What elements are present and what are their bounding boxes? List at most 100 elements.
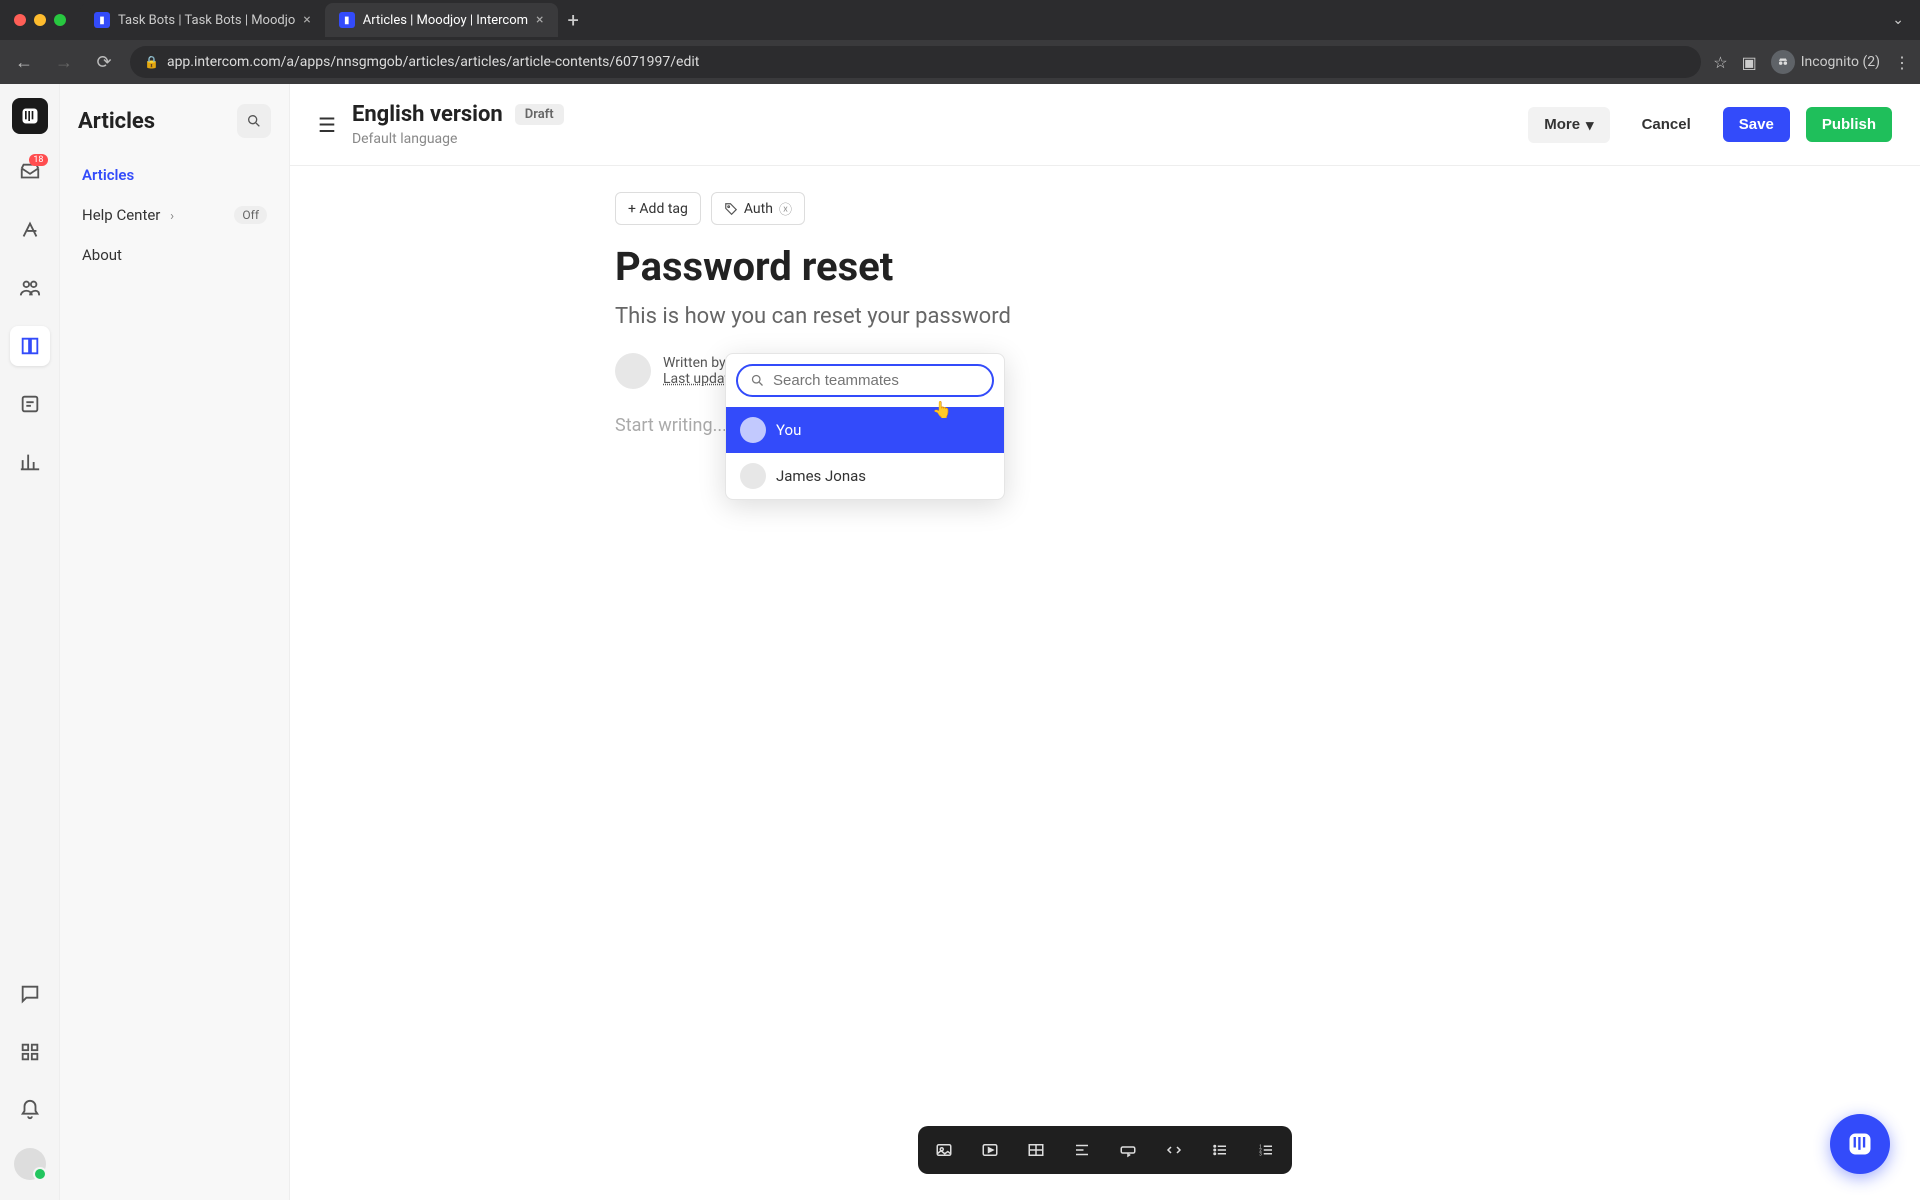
tab-close-icon[interactable]: ×	[303, 12, 310, 28]
article-title-input[interactable]: Password reset	[615, 243, 1595, 290]
sidebar: Articles Articles Help Center › Off Abou…	[60, 84, 290, 1200]
browser-tab-active[interactable]: ▮ Articles | Moodjoy | Intercom ×	[325, 3, 558, 37]
more-button[interactable]: More ▾	[1528, 107, 1609, 143]
sidebar-title: Articles	[78, 109, 155, 134]
rail-articles[interactable]	[10, 326, 50, 366]
chevron-right-icon: ›	[170, 209, 174, 224]
app-root: 18 Articles	[0, 84, 1920, 1200]
incognito-icon	[1771, 50, 1795, 74]
teammate-option-you[interactable]: You	[726, 407, 1004, 453]
forward-button[interactable]: →	[50, 52, 78, 73]
numbered-list-button[interactable]: 123	[1250, 1134, 1282, 1166]
teammate-label: You	[776, 421, 801, 439]
insert-button-button[interactable]	[1112, 1134, 1144, 1166]
caret-down-icon: ▾	[1586, 116, 1594, 134]
author-dropdown: You 👆 James Jonas	[725, 353, 1005, 500]
search-icon	[750, 373, 765, 388]
rail-outbound[interactable]	[10, 210, 50, 250]
inbox-badge: 18	[29, 154, 47, 166]
rail-apps[interactable]	[10, 1032, 50, 1072]
back-button[interactable]: ←	[10, 52, 38, 73]
reload-button[interactable]: ⟳	[90, 52, 118, 73]
sidebar-item-about[interactable]: About	[72, 236, 277, 274]
sidebar-item-label: About	[82, 246, 122, 264]
tag-chip[interactable]: Auth ⓧ	[711, 192, 805, 225]
insert-video-button[interactable]	[974, 1134, 1006, 1166]
tab-title: Articles | Moodjoy | Intercom	[363, 13, 528, 28]
insert-image-button[interactable]	[928, 1134, 960, 1166]
tab-close-icon[interactable]: ×	[536, 12, 543, 28]
address-bar: ← → ⟳ 🔒 app.intercom.com/a/apps/nnsgmgob…	[0, 40, 1920, 84]
panel-icon[interactable]: ▣	[1742, 53, 1757, 72]
tag-icon	[724, 202, 738, 216]
cancel-button[interactable]: Cancel	[1626, 107, 1707, 142]
intercom-logo[interactable]	[12, 98, 48, 134]
tag-label: Auth	[744, 201, 773, 217]
sidebar-item-label: Help Center	[82, 206, 160, 224]
insert-code-button[interactable]	[1158, 1134, 1190, 1166]
rail-user-avatar[interactable]	[14, 1148, 46, 1180]
teammate-option-james[interactable]: James Jonas	[726, 453, 1004, 499]
search-icon	[246, 113, 262, 129]
rail-messenger[interactable]	[10, 974, 50, 1014]
incognito-label: Incognito (2)	[1801, 54, 1880, 70]
topbar: ☰ English version Draft Default language…	[290, 84, 1920, 166]
window-zoom-icon[interactable]	[54, 14, 66, 26]
publish-button[interactable]: Publish	[1806, 107, 1892, 142]
rail-operator[interactable]	[10, 384, 50, 424]
document-title: English version	[352, 102, 503, 127]
sidebar-item-badge: Off	[234, 206, 267, 224]
window-traffic-lights[interactable]	[14, 14, 66, 26]
language-subtitle: Default language	[352, 131, 564, 147]
teammate-search-field[interactable]	[736, 364, 994, 397]
tab-title: Task Bots | Task Bots | Moodjo	[118, 13, 295, 28]
insert-table-button[interactable]	[1020, 1134, 1052, 1166]
favicon-icon: ▮	[94, 12, 110, 28]
rail-reports[interactable]	[10, 442, 50, 482]
sidebar-item-help-center[interactable]: Help Center › Off	[72, 196, 277, 234]
sidebar-item-articles[interactable]: Articles	[72, 156, 277, 194]
incognito-indicator[interactable]: Incognito (2)	[1771, 50, 1880, 74]
rail-notifications[interactable]	[10, 1090, 50, 1130]
rail-inbox[interactable]: 18	[10, 152, 50, 192]
author-row: Written by Sarah Jonas ▾ Last updat	[615, 353, 1595, 389]
favicon-icon: ▮	[339, 12, 355, 28]
teammate-label: James Jonas	[776, 467, 866, 485]
teammate-search-input[interactable]	[773, 372, 980, 389]
main-pane: ☰ English version Draft Default language…	[290, 84, 1920, 1200]
editor-wrap: + Add tag Auth ⓧ Password reset This is …	[290, 166, 1920, 1200]
browser-chrome: ▮ Task Bots | Task Bots | Moodjo × ▮ Art…	[0, 0, 1920, 84]
lock-icon: 🔒	[144, 55, 159, 69]
add-tag-button[interactable]: + Add tag	[615, 192, 701, 225]
article-subtitle-input[interactable]: This is how you can reset your password	[615, 304, 1595, 329]
avatar	[740, 463, 766, 489]
icon-rail: 18	[0, 84, 60, 1200]
bookmark-star-icon[interactable]: ☆	[1713, 53, 1727, 72]
svg-text:3: 3	[1259, 1151, 1262, 1157]
remove-tag-icon[interactable]: ⓧ	[779, 199, 792, 218]
tabs-dropdown-icon[interactable]: ⌄	[1886, 12, 1910, 28]
kebab-menu-icon[interactable]: ⋮	[1894, 53, 1910, 72]
author-avatar	[615, 353, 651, 389]
messenger-icon	[1846, 1130, 1874, 1158]
format-toolbar: 123	[918, 1126, 1292, 1174]
more-label: More	[1544, 116, 1580, 133]
url-field[interactable]: 🔒 app.intercom.com/a/apps/nnsgmgob/artic…	[130, 46, 1701, 78]
align-button[interactable]	[1066, 1134, 1098, 1166]
sidebar-item-label: Articles	[82, 166, 134, 184]
window-minimize-icon[interactable]	[34, 14, 46, 26]
rail-contacts[interactable]	[10, 268, 50, 308]
intercom-launcher[interactable]	[1830, 1114, 1890, 1174]
save-button[interactable]: Save	[1723, 107, 1790, 142]
sidebar-toggle-button[interactable]: ☰	[318, 113, 336, 137]
avatar	[740, 417, 766, 443]
browser-tab-inactive[interactable]: ▮ Task Bots | Task Bots | Moodjo ×	[80, 3, 325, 37]
new-tab-button[interactable]: +	[558, 8, 589, 32]
window-close-icon[interactable]	[14, 14, 26, 26]
status-badge: Draft	[515, 104, 564, 125]
article-editor: + Add tag Auth ⓧ Password reset This is …	[615, 192, 1595, 1200]
url-text: app.intercom.com/a/apps/nnsgmgob/article…	[167, 54, 699, 70]
tab-strip: ▮ Task Bots | Task Bots | Moodjo × ▮ Art…	[0, 0, 1920, 40]
bullet-list-button[interactable]	[1204, 1134, 1236, 1166]
sidebar-search-button[interactable]	[237, 104, 271, 138]
